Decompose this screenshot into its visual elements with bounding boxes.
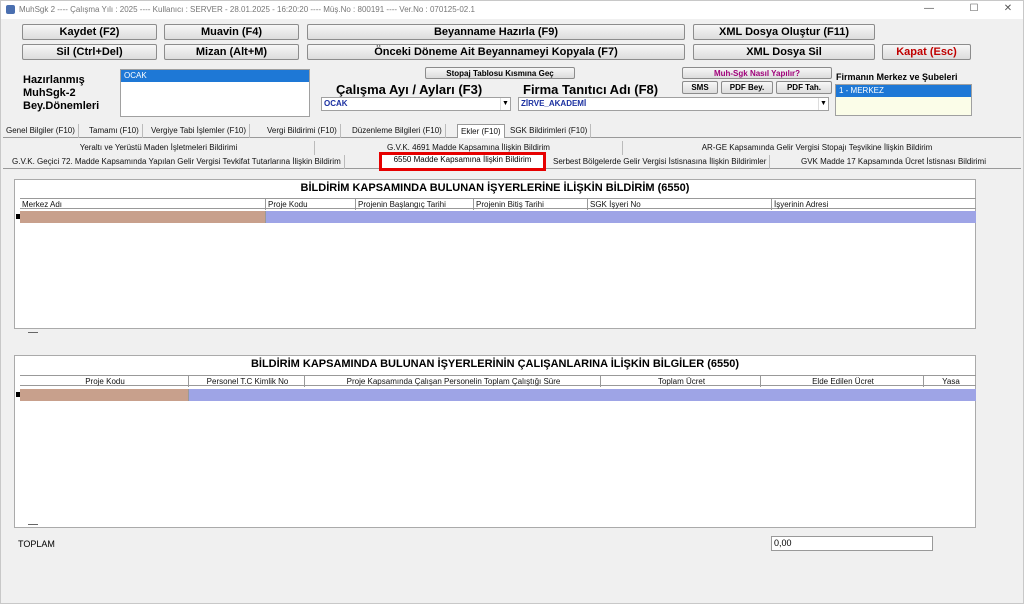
grid1-col-sgk-isyeri[interactable]: SGK İşyeri No — [588, 199, 772, 210]
firma-tanitici-label: Firma Tanıtıcı Adı (F8) — [523, 82, 659, 97]
sube-listbox[interactable]: 1 - MERKEZ — [835, 84, 972, 116]
tab-6550-highlighted[interactable]: 6550 Madde Kapsamına İlişkin Bildirim — [379, 152, 546, 171]
close-icon[interactable]: ✕ — [993, 3, 1023, 14]
grid1-col-merkez-adi[interactable]: Merkez Adı — [20, 199, 266, 210]
maximize-icon[interactable]: ☐ — [959, 3, 989, 14]
sil-button[interactable]: Sil (Ctrl+Del) — [22, 44, 157, 60]
sube-label: Firmanın Merkez ve Şubeleri — [836, 72, 958, 82]
tab-gvk-17[interactable]: GVK Madde 17 Kapsamında Ücret İstisnası … — [798, 155, 989, 169]
grid2-col-tc-kimlik[interactable]: Personel T.C Kimlik No — [189, 376, 305, 387]
tab-arge[interactable]: AR-GE Kapsamında Gelir Vergisi Stopajı T… — [623, 141, 1011, 155]
tab-maden[interactable]: Yeraltı ve Yerüstü Maden İşletmeleri Bil… — [3, 141, 315, 155]
grid2-cell-rest[interactable] — [189, 389, 976, 401]
grid1-row[interactable] — [20, 211, 976, 223]
bey-donemleri-label: Bey.Dönemleri — [23, 100, 100, 112]
title-bar: MuhSgk 2 ---- Çalışma Yılı : 2025 ---- K… — [1, 1, 1023, 19]
minimize-icon[interactable]: — — [914, 3, 944, 14]
grid1-col-adres[interactable]: İşyerinin Adresi — [772, 199, 976, 210]
app-icon — [6, 5, 15, 14]
grid2-row[interactable] — [20, 389, 976, 401]
calisma-ayi-label: Çalışma Ayı / Ayları (F3) — [336, 82, 483, 97]
grid2-cell-proje-kodu[interactable] — [20, 389, 189, 401]
chevron-down-icon[interactable]: ▼ — [818, 98, 828, 110]
app-window: MuhSgk 2 ---- Çalışma Yılı : 2025 ---- K… — [0, 0, 1024, 604]
window-title: MuhSgk 2 ---- Çalışma Yılı : 2025 ---- K… — [19, 5, 475, 14]
tab-sgk-bildirimleri[interactable]: SGK Bildirimleri (F10) — [507, 124, 592, 138]
toplam-label: TOPLAM — [18, 539, 55, 549]
calisma-ayi-value: OCAK — [324, 99, 348, 108]
grid2-header: Proje Kodu Personel T.C Kimlik No Proje … — [20, 375, 976, 387]
xml-sil-button[interactable]: XML Dosya Sil — [693, 44, 875, 60]
kapat-button[interactable]: Kapat (Esc) — [882, 44, 971, 60]
grid1-col-bitis[interactable]: Projenin Bitiş Tarihi — [474, 199, 588, 210]
onceki-donem-kopyala-button[interactable]: Önceki Döneme Ait Beyannameyi Kopyala (F… — [307, 44, 685, 60]
grid2-col-toplam-ucret[interactable]: Toplam Ücret — [601, 376, 761, 387]
stopaj-tablosu-button[interactable]: Stopaj Tablosu Kısmına Geç — [425, 67, 575, 79]
kaydet-button[interactable]: Kaydet (F2) — [22, 24, 157, 40]
toplam-value-field: 0,00 — [771, 536, 933, 551]
tab-duzenleme[interactable]: Düzenleme Bilgileri (F10) — [349, 124, 446, 138]
chevron-down-icon[interactable]: ▼ — [500, 98, 510, 110]
tab-gecici-72[interactable]: G.V.K. Geçici 72. Madde Kapsamında Yapıl… — [9, 155, 345, 169]
grid1-col-baslangic[interactable]: Projenin Başlangıç Tarihi — [356, 199, 474, 210]
calisanlar-grid-panel: BİLDİRİM KAPSAMINDA BULUNAN İŞYERLERİNİN… — [14, 355, 976, 528]
sms-button[interactable]: SMS — [682, 81, 718, 94]
grid2-scroll-mark — [28, 524, 38, 525]
tab-vergi-bildirimi[interactable]: Vergi Bildirimi (F10) — [264, 124, 341, 138]
grid1-col-proje-kodu[interactable]: Proje Kodu — [266, 199, 356, 210]
mizan-button[interactable]: Mizan (Alt+M) — [164, 44, 299, 60]
beyanname-hazirla-button[interactable]: Beyanname Hazırla (F9) — [307, 24, 685, 40]
grid1-scroll-mark — [28, 332, 38, 333]
firma-combo[interactable]: ZİRVE_AKADEMİ ▼ — [518, 97, 829, 111]
tab-6550-label: 6550 Madde Kapsamına İlişkin Bildirim — [393, 155, 532, 164]
muavin-button[interactable]: Muavin (F4) — [164, 24, 299, 40]
period-listbox[interactable]: OCAK — [120, 69, 310, 117]
pdf-tah-button[interactable]: PDF Tah. — [776, 81, 832, 94]
tab-genel-bilgiler[interactable]: Genel Bilgiler (F10) — [3, 124, 79, 138]
muhsgk2-label: MuhSgk-2 — [23, 87, 76, 99]
grid2-title: BİLDİRİM KAPSAMINDA BULUNAN İŞYERLERİNİN… — [250, 358, 740, 370]
grid1-cell-rest[interactable] — [266, 211, 976, 223]
grid2-col-toplam-sure[interactable]: Proje Kapsamında Çalışan Personelin Topl… — [305, 376, 601, 387]
tab-serbest-bolge[interactable]: Serbest Bölgelerde Gelir Vergisi İstisna… — [550, 155, 771, 169]
hazirlanmis-label: Hazırlanmış — [23, 74, 85, 86]
grid2-col-elde-edilen[interactable]: Elde Edilen Ücret — [761, 376, 924, 387]
grid1-cell-merkez[interactable] — [20, 211, 266, 223]
main-tab-row: Genel Bilgiler (F10) Tamamı (F10) Vergiy… — [3, 124, 1021, 138]
firma-value: ZİRVE_AKADEMİ — [521, 99, 587, 108]
grid1-header: Merkez Adı Proje Kodu Projenin Başlangıç… — [20, 198, 976, 210]
muh-sgk-help-button[interactable]: Muh-Sgk Nasıl Yapılır? — [682, 67, 832, 79]
isyerleri-grid-panel: BİLDİRİM KAPSAMINDA BULUNAN İŞYERLERİNE … — [14, 179, 976, 333]
grid1-title: BİLDİRİM KAPSAMINDA BULUNAN İŞYERLERİNE … — [300, 182, 690, 194]
xml-olustur-button[interactable]: XML Dosya Oluştur (F11) — [693, 24, 875, 40]
tab-ekler[interactable]: Ekler (F10) — [457, 124, 505, 138]
sube-list-item-selected[interactable]: 1 - MERKEZ — [836, 85, 971, 97]
grid2-col-proje-kodu[interactable]: Proje Kodu — [20, 376, 189, 387]
period-list-item-selected[interactable]: OCAK — [121, 70, 309, 82]
tab-tamami[interactable]: Tamamı (F10) — [86, 124, 143, 138]
tab-vergiye-tabi[interactable]: Vergiye Tabi İşlemler (F10) — [148, 124, 250, 138]
pdf-bey-button[interactable]: PDF Bey. — [721, 81, 773, 94]
grid2-col-yasa[interactable]: Yasa — [924, 376, 976, 387]
calisma-ayi-combo[interactable]: OCAK ▼ — [321, 97, 511, 111]
